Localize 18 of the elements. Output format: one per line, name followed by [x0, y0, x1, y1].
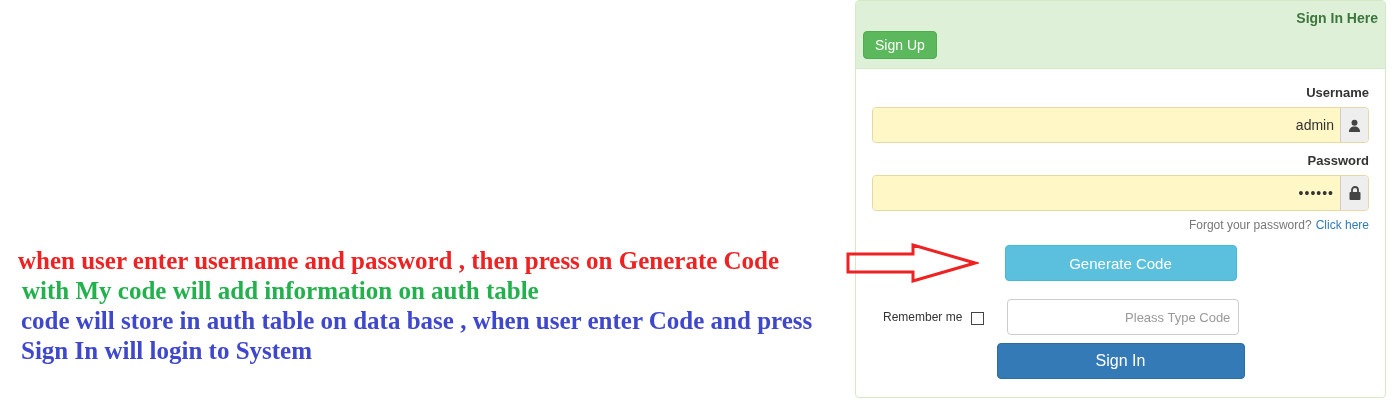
sign-in-button[interactable]: Sign In: [996, 343, 1245, 379]
remember-me-label: Remember me: [883, 310, 963, 324]
arrow-icon: [845, 242, 979, 284]
lock-icon: [1348, 186, 1361, 200]
password-label: Password: [1307, 153, 1369, 168]
sign-up-button[interactable]: Sign Up: [863, 31, 937, 59]
password-field[interactable]: ••••••: [872, 175, 1369, 211]
username-field[interactable]: admin: [872, 107, 1369, 143]
annotation-text: when user enter username and password , then press on Generate Code: [18, 246, 781, 276]
username-label: Username: [1306, 85, 1369, 100]
code-input-field[interactable]: Pleass Type Code: [1007, 299, 1240, 335]
forgot-password-text: Forgot your password?: [1188, 218, 1312, 232]
remember-me-checkbox[interactable]: [971, 311, 985, 325]
panel-title: Sign In Here: [1296, 10, 1378, 26]
annotation-text: with My code will add information on auth table: [22, 276, 540, 306]
annotation-text: code will store in auth table on data base , when user enter Code and press Sign In will login to System: [21, 306, 814, 366]
click-here-link[interactable]: Click here: [1315, 218, 1369, 232]
user-icon: [1348, 118, 1361, 132]
